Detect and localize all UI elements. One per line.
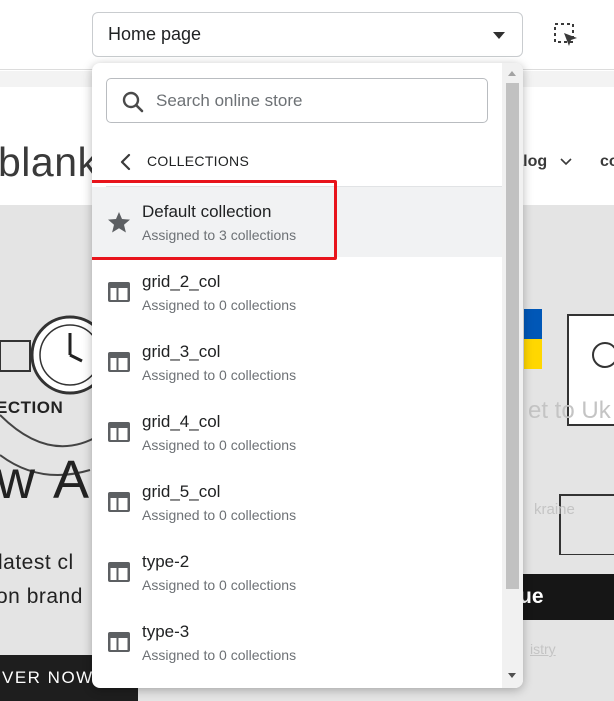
list-item-name: grid_4_col xyxy=(142,412,221,431)
template-icon xyxy=(108,282,130,302)
chevron-left-icon[interactable] xyxy=(118,153,134,171)
scroll-down-arrow-icon[interactable] xyxy=(508,673,516,678)
list-item-grid-3-col[interactable]: grid_3_col Assigned to 0 collections xyxy=(92,327,502,397)
popover-scrollbar[interactable] xyxy=(502,63,523,688)
flag-stripe-yellow xyxy=(524,339,542,369)
editor-topbar: Home page xyxy=(0,0,614,70)
store-logo: blank xyxy=(0,139,99,185)
caret-down-icon xyxy=(493,32,505,39)
list-item-name: grid_2_col xyxy=(142,272,221,291)
page-select-value: Home page xyxy=(108,24,202,44)
list-item-name: type-3 xyxy=(142,622,190,641)
list-item-grid-4-col[interactable]: grid_4_col Assigned to 0 collections xyxy=(92,397,502,467)
template-icon xyxy=(108,562,130,582)
template-icon xyxy=(108,352,130,372)
faint-heading: et to Uk xyxy=(528,397,611,424)
list-item-type-3[interactable]: type-3 Assigned to 0 collections xyxy=(92,607,502,677)
hero-text-line1: latest cl xyxy=(0,551,74,574)
page-picker-popover: COLLECTIONS Default collection Assigned … xyxy=(92,63,523,688)
template-icon xyxy=(108,422,130,442)
scroll-up-arrow-icon[interactable] xyxy=(508,71,516,76)
flag-stripe-blue xyxy=(524,309,542,339)
list-item-subtitle: Assigned to 0 collections xyxy=(142,437,297,453)
list-item-subtitle: Assigned to 0 collections xyxy=(142,507,297,523)
chevron-down-icon xyxy=(560,158,572,166)
template-icon xyxy=(108,632,130,652)
list-item-subtitle: Assigned to 3 collections xyxy=(142,227,297,243)
template-icon xyxy=(108,492,130,512)
collections-list: Default collection Assigned to 3 collect… xyxy=(92,180,502,677)
list-item-subtitle: Assigned to 0 collections xyxy=(142,297,297,313)
search-field[interactable] xyxy=(106,78,488,123)
select-element-icon xyxy=(554,23,577,46)
collections-title: COLLECTIONS xyxy=(147,153,250,169)
select-element-button[interactable] xyxy=(551,20,581,50)
list-item-name: type-2 xyxy=(142,552,190,571)
list-item-grid-2-col[interactable]: grid_2_col Assigned to 0 collections xyxy=(92,257,502,327)
scrollbar-thumb[interactable] xyxy=(506,83,519,589)
search-input[interactable] xyxy=(156,87,476,115)
list-item-name: grid_3_col xyxy=(142,342,221,361)
hero-title: w A xyxy=(0,450,93,510)
list-item-grid-5-col[interactable]: grid_5_col Assigned to 0 collections xyxy=(92,467,502,537)
star-icon xyxy=(108,212,130,233)
faint-text: kraine xyxy=(534,501,575,518)
list-item-subtitle: Assigned to 0 collections xyxy=(142,577,297,593)
search-icon xyxy=(122,91,144,113)
list-item-default-collection[interactable]: Default collection Assigned to 3 collect… xyxy=(92,180,502,260)
list-item-type-2[interactable]: type-2 Assigned to 0 collections xyxy=(92,537,502,607)
faint-link: istry xyxy=(530,641,556,657)
hero-text-line2: on brand xyxy=(0,585,83,608)
collections-header: COLLECTIONS xyxy=(106,149,502,187)
page-select-dropdown[interactable]: Home page xyxy=(92,12,523,57)
list-item-name: Default collection xyxy=(142,202,272,221)
list-item-name: grid_5_col xyxy=(142,482,221,501)
list-item-subtitle: Assigned to 0 collections xyxy=(142,647,297,663)
hero-label: ECTION xyxy=(0,398,64,417)
store-nav-contact: co xyxy=(600,153,614,170)
list-item-subtitle: Assigned to 0 collections xyxy=(142,367,297,383)
